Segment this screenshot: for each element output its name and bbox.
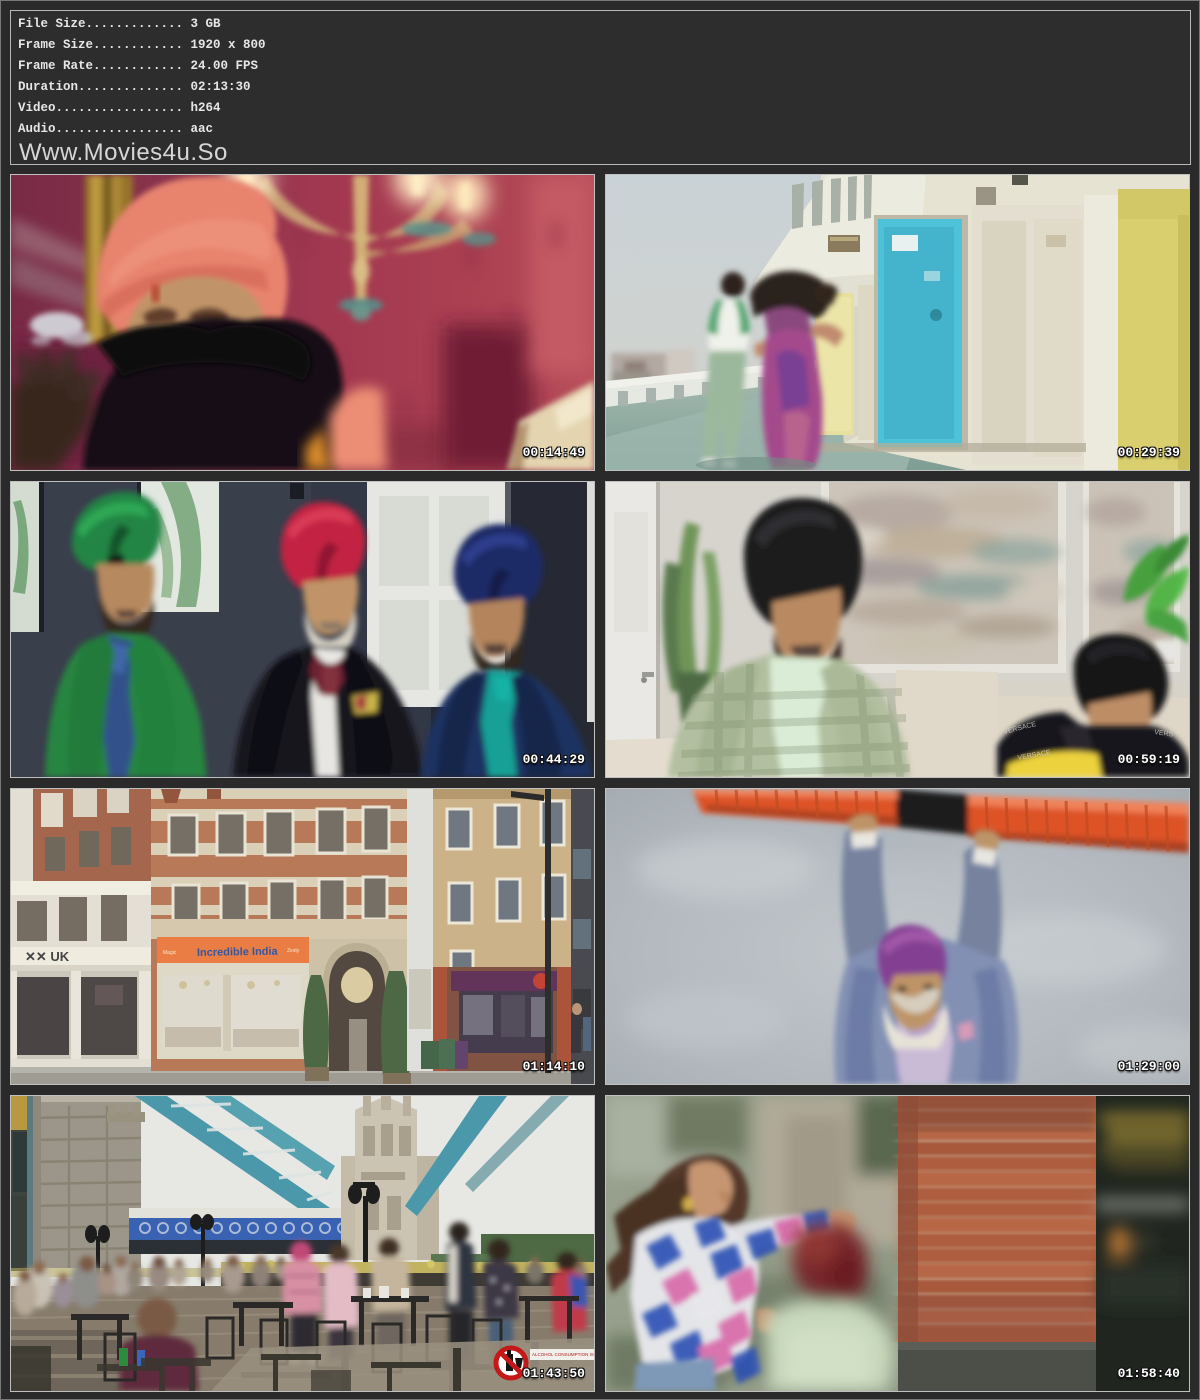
svg-text:ALCOHOL CONSUMPTION IS INJURIO: ALCOHOL CONSUMPTION IS INJURIOUS (532, 1352, 594, 1357)
